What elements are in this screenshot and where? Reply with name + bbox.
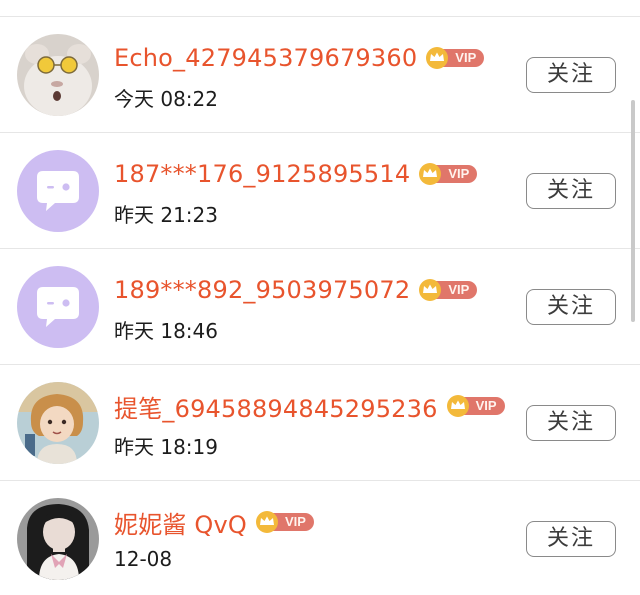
girl-avatar-image xyxy=(17,498,99,580)
scrollbar[interactable] xyxy=(631,100,635,322)
follow-button[interactable]: 关注 xyxy=(526,289,616,325)
crown-icon xyxy=(419,163,442,185)
crown-icon xyxy=(446,395,469,417)
chat-bubble-icon xyxy=(17,150,99,232)
username[interactable]: Echo_427945379679360 xyxy=(114,44,417,72)
name-line: 妮妮酱 QvQ VIP xyxy=(114,503,314,541)
crown-icon xyxy=(426,47,449,69)
avatar[interactable] xyxy=(17,34,99,116)
timestamp: 昨天 21:23 xyxy=(114,203,218,227)
name-line: 189***892_9503975072 VIP xyxy=(114,271,478,309)
user-list: Echo_427945379679360 VIP 今天 08:22 关注 187… xyxy=(0,17,640,595)
timestamp: 今天 08:22 xyxy=(114,87,218,111)
crown-icon xyxy=(256,511,279,533)
cartoon-avatar-image xyxy=(17,382,99,464)
username[interactable]: 提笔_69458894845295236 xyxy=(114,389,438,424)
name-line: Echo_427945379679360 VIP xyxy=(114,39,485,77)
avatar[interactable] xyxy=(17,150,99,232)
follow-button[interactable]: 关注 xyxy=(526,57,616,93)
username[interactable]: 189***892_9503975072 xyxy=(114,276,410,304)
username[interactable]: 187***176_9125895514 xyxy=(114,160,410,188)
vip-badge: VIP xyxy=(255,510,314,534)
vip-badge: VIP xyxy=(418,162,478,186)
vip-badge: VIP xyxy=(425,46,485,70)
avatar[interactable] xyxy=(17,498,99,580)
avatar[interactable] xyxy=(17,382,99,464)
timestamp: 昨天 18:46 xyxy=(114,319,218,343)
timestamp: 12-08 xyxy=(114,547,173,571)
name-line: 提笔_69458894845295236 VIP xyxy=(114,387,505,425)
vip-badge: VIP xyxy=(446,394,505,418)
follow-button[interactable]: 关注 xyxy=(526,173,616,209)
name-line: 187***176_9125895514 VIP xyxy=(114,155,478,193)
list-item[interactable]: 189***892_9503975072 VIP 昨天 18:46 关注 xyxy=(0,249,640,365)
chat-bubble-icon xyxy=(17,266,99,348)
list-item[interactable]: 187***176_9125895514 VIP 昨天 21:23 关注 xyxy=(0,133,640,249)
list-item[interactable]: 妮妮酱 QvQ VIP 12-08 关注 xyxy=(0,481,640,595)
follow-button[interactable]: 关注 xyxy=(526,405,616,441)
list-item[interactable]: 提笔_69458894845295236 VIP 昨天 18:19 关注 xyxy=(0,365,640,481)
avatar[interactable] xyxy=(17,266,99,348)
vip-badge: VIP xyxy=(418,278,478,302)
cat-avatar-image xyxy=(17,34,99,116)
list-item[interactable]: Echo_427945379679360 VIP 今天 08:22 关注 xyxy=(0,17,640,133)
follow-button[interactable]: 关注 xyxy=(526,521,616,557)
crown-icon xyxy=(419,279,442,301)
timestamp: 昨天 18:19 xyxy=(114,435,218,459)
username[interactable]: 妮妮酱 QvQ xyxy=(114,505,247,540)
